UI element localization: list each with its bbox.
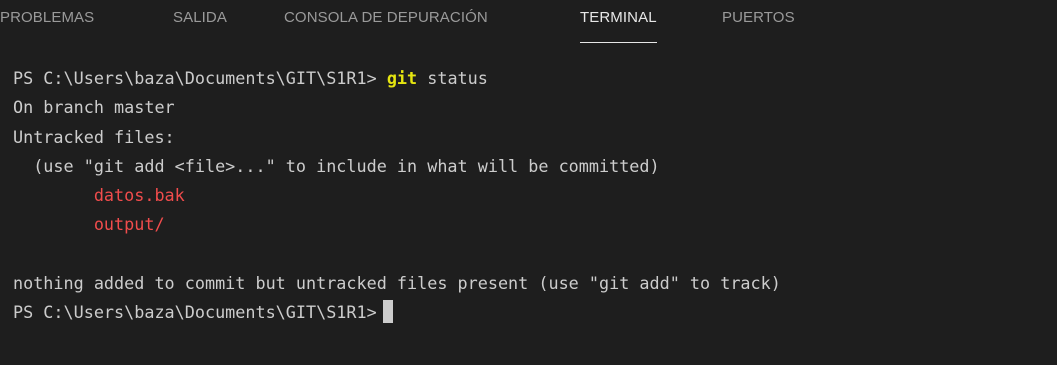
terminal-line-branch: On branch master [13,97,175,118]
tab-terminal[interactable]: TERMINAL [580,9,657,43]
terminal-line-untracked-header: Untracked files: [13,126,175,147]
terminal-line-file: output/ [13,210,1053,239]
terminal-line-summary: nothing added to commit but untracked fi… [13,273,781,294]
command-args: status [427,68,488,88]
tab-terminal-label: TERMINAL [580,9,657,26]
tab-problemas[interactable]: PROBLEMAS [0,9,94,26]
tab-salida[interactable]: SALIDA [173,9,227,26]
terminal-output[interactable]: PS C:\Users\baza\Documents\GIT\S1R1> git… [13,64,1053,328]
terminal-line-command: PS C:\Users\baza\Documents\GIT\S1R1> git… [13,64,1053,93]
panel-tabs: PROBLEMAS SALIDA CONSOLA DE DEPURACIÓN T… [0,0,1057,46]
terminal-panel: PROBLEMAS SALIDA CONSOLA DE DEPURACIÓN T… [0,0,1057,365]
untracked-file: output/ [93,214,165,235]
untracked-file: datos.bak [93,185,185,206]
tab-consola-de-depuracion[interactable]: CONSOLA DE DEPURACIÓN [284,9,488,26]
active-tab-indicator [580,42,657,43]
tab-puertos[interactable]: PUERTOS [722,9,795,26]
terminal-cursor [382,300,393,324]
terminal-line-file: datos.bak [13,181,1053,210]
prompt: PS C:\Users\baza\Documents\GIT\S1R1> [13,68,377,88]
terminal-line-prompt[interactable]: PS C:\Users\baza\Documents\GIT\S1R1> [13,298,1053,327]
prompt: PS C:\Users\baza\Documents\GIT\S1R1> [13,302,377,323]
terminal-line-hint: (use "git add <file>..." to include in w… [13,155,660,176]
command-keyword: git [386,68,418,88]
